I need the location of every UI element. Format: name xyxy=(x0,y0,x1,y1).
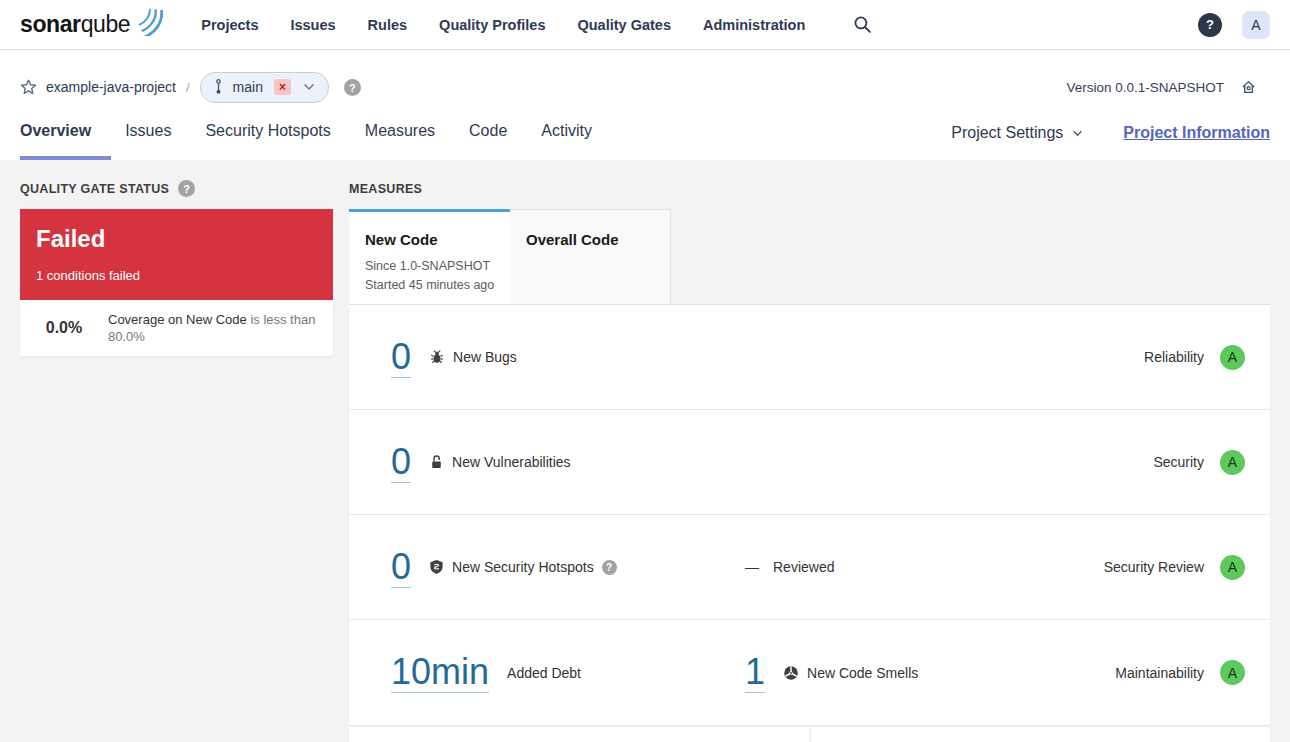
project-settings-menu[interactable]: Project Settings xyxy=(951,124,1083,142)
security-label: Security xyxy=(1153,454,1204,470)
reviewed-label: Reviewed xyxy=(773,559,834,575)
quality-gate-panel: QUALITY GATE STATUS ? Failed 1 condition… xyxy=(20,181,333,742)
branch-name: main xyxy=(233,79,263,95)
quality-gate-condition[interactable]: 0.0% Coverage on New Code is less than 8… xyxy=(20,300,333,356)
branch-quality-gate-badge: × xyxy=(274,79,291,95)
search-icon[interactable] xyxy=(853,15,872,34)
project-header: example-java-project / main × ? Version … xyxy=(0,50,1290,160)
tab-overall-code[interactable]: Overall Code xyxy=(510,209,671,304)
nav-projects[interactable]: Projects xyxy=(201,17,258,33)
favorite-star-icon[interactable] xyxy=(20,79,37,95)
tab-security-hotspots[interactable]: Security Hotspots xyxy=(205,121,330,160)
chevron-down-icon xyxy=(1072,130,1083,137)
new-code-smells-count[interactable]: 1 xyxy=(745,652,765,693)
tab-new-code[interactable]: New Code Since 1.0-SNAPSHOT Started 45 m… xyxy=(349,209,510,304)
security-review-label: Security Review xyxy=(1104,559,1204,575)
reliability-rating-badge: A xyxy=(1220,345,1245,370)
measures-tabs: New Code Since 1.0-SNAPSHOT Started 45 m… xyxy=(349,209,1270,304)
quality-gate-conditions-failed: 1 conditions failed xyxy=(36,268,317,283)
project-information-link[interactable]: Project Information xyxy=(1123,124,1270,142)
measure-row-maintainability: 10min Added Debt 1 New Code Smells Maint… xyxy=(349,620,1270,725)
chevron-down-icon xyxy=(303,83,315,91)
condition-description: Coverage on New Code is less than 80.0% xyxy=(108,311,320,345)
nav-quality-gates[interactable]: Quality Gates xyxy=(577,17,670,33)
project-tabs: Overview Issues Security Hotspots Measur… xyxy=(20,121,1270,160)
added-debt-value[interactable]: 10min xyxy=(391,652,489,693)
top-navigation-bar: sonarqube Projects Issues Rules Quality … xyxy=(0,0,1290,50)
reviewed-value-dash: — xyxy=(745,559,759,575)
new-code-smells-label: New Code Smells xyxy=(807,665,918,681)
new-security-hotspots-count[interactable]: 0 xyxy=(391,547,411,588)
user-avatar[interactable]: A xyxy=(1242,11,1270,39)
home-icon[interactable] xyxy=(1240,79,1257,95)
new-bugs-count[interactable]: 0 xyxy=(391,337,411,378)
condition-value: 0.0% xyxy=(20,319,108,337)
nav-quality-profiles[interactable]: Quality Profiles xyxy=(439,17,545,33)
sonarqube-logo-text: sonarqube xyxy=(20,9,130,39)
secondary-measure-boxes xyxy=(349,727,1270,742)
breadcrumb: example-java-project / main × ? Version … xyxy=(20,68,1270,106)
project-version: Version 0.0.1-SNAPSHOT xyxy=(1066,80,1224,95)
new-bugs-label: New Bugs xyxy=(453,349,517,365)
tab-activity[interactable]: Activity xyxy=(541,121,592,160)
security-rating-badge: A xyxy=(1220,450,1245,475)
new-vulnerabilities-label: New Vulnerabilities xyxy=(452,454,571,470)
measure-row-security-hotspots: 0 New Security Hotspots ? — Reviewed Sec… xyxy=(349,515,1270,620)
security-review-rating-badge: A xyxy=(1220,555,1245,580)
project-name[interactable]: example-java-project xyxy=(46,79,176,95)
breadcrumb-separator: / xyxy=(186,80,190,95)
quality-gate-status-failed: Failed 1 conditions failed xyxy=(20,209,333,300)
nav-administration[interactable]: Administration xyxy=(703,17,805,33)
branch-icon xyxy=(214,78,223,96)
measures-body: 0 New Bugs Reliability A 0 Ne xyxy=(349,304,1270,725)
project-actions: Project Settings Project Information xyxy=(951,124,1270,160)
measures-panel: MEASURES New Code Since 1.0-SNAPSHOT Sta… xyxy=(349,181,1270,742)
added-debt-label: Added Debt xyxy=(507,665,581,681)
maintainability-rating-badge: A xyxy=(1220,660,1245,685)
new-vulnerabilities-count[interactable]: 0 xyxy=(391,442,411,483)
new-code-since: Since 1.0-SNAPSHOT xyxy=(365,257,500,276)
branch-selector[interactable]: main × xyxy=(200,72,329,103)
overview-content: QUALITY GATE STATUS ? Failed 1 condition… xyxy=(0,160,1290,742)
measure-row-vulnerabilities: 0 New Vulnerabilities Security A xyxy=(349,410,1270,515)
security-hotspot-shield-icon xyxy=(429,559,444,575)
duplications-box xyxy=(811,727,1271,742)
branch-help-icon[interactable]: ? xyxy=(344,78,361,97)
sonarqube-swoosh-icon xyxy=(125,2,163,40)
sonarqube-logo[interactable]: sonarqube xyxy=(20,9,163,40)
tab-overview[interactable]: Overview xyxy=(20,121,111,160)
quality-gate-title: QUALITY GATE STATUS xyxy=(20,182,169,196)
tab-issues[interactable]: Issues xyxy=(125,121,171,160)
coverage-box xyxy=(349,727,809,742)
quality-gate-status-label: Failed xyxy=(36,225,317,253)
reliability-label: Reliability xyxy=(1144,349,1204,365)
code-smell-icon xyxy=(783,665,799,681)
quality-gate-help-icon[interactable]: ? xyxy=(178,180,195,197)
new-code-started: Started 45 minutes ago xyxy=(365,276,500,295)
help-icon[interactable]: ? xyxy=(1198,13,1222,37)
topbar-right: ? A xyxy=(1198,11,1270,39)
tab-measures[interactable]: Measures xyxy=(365,121,435,160)
nav-issues[interactable]: Issues xyxy=(290,17,335,33)
maintainability-label: Maintainability xyxy=(1115,665,1204,681)
main-nav: Projects Issues Rules Quality Profiles Q… xyxy=(201,17,805,33)
nav-rules[interactable]: Rules xyxy=(368,17,408,33)
new-security-hotspots-label: New Security Hotspots xyxy=(452,559,594,575)
security-hotspots-help-icon[interactable]: ? xyxy=(602,560,617,575)
project-meta: Version 0.0.1-SNAPSHOT xyxy=(1066,79,1270,95)
measures-title: MEASURES xyxy=(349,182,422,196)
measure-row-bugs: 0 New Bugs Reliability A xyxy=(349,305,1270,410)
vulnerability-lock-icon xyxy=(429,454,444,470)
bug-icon xyxy=(429,349,445,365)
tab-code[interactable]: Code xyxy=(469,121,507,160)
